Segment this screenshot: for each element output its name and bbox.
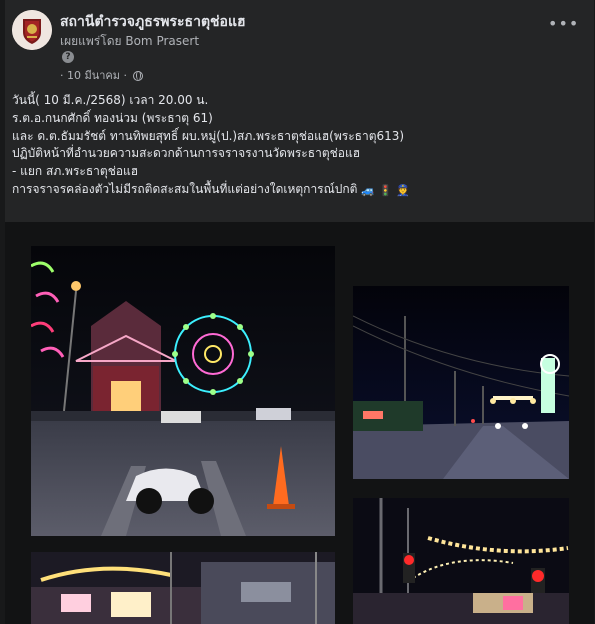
globe-icon (132, 71, 143, 81)
post-text: วันนี้( 10 มี.ค./2568) เวลา 20.00 น. ร.ต… (12, 92, 582, 200)
post-line: - แยก สภ.พระธาตุช่อแฮ (12, 164, 139, 179)
page-name[interactable]: สถานีตำรวจภูธรพระธาตุช่อแฮ (60, 11, 246, 33)
photo-road-night-lights[interactable] (353, 286, 569, 479)
post-line: วันนี้( 10 มี.ค./2568) เวลา 20.00 น. (12, 93, 209, 107)
post-line: ปฏิบัติหน้าที่อำนวยความสะดวกด้านการจราจร… (12, 146, 361, 161)
photo-traffic-lights-festival[interactable] (353, 498, 569, 624)
byline-prefix: เผยแพร่โดย (60, 34, 122, 48)
traffic-light-icon: 🚦 (378, 183, 393, 197)
car-icon: 🚙 (361, 183, 375, 197)
post-line: การจราจรคล่องตัวไม่มีรถติดสะสมในพื้นที่แ… (12, 181, 358, 196)
post-meta: · 10 มีนาคม · (60, 66, 143, 84)
byline: เผยแพร่โดย Bom Prasert (60, 32, 199, 51)
photo-ferris-wheel-scooter[interactable] (31, 246, 335, 536)
post-line-with-emojis: การจราจรคล่องตัวไม่มีรถติดสะสมในพื้นที่แ… (12, 181, 582, 200)
post-date[interactable]: · 10 มีนาคม · (60, 69, 127, 82)
more-options-button[interactable]: ••• (548, 14, 578, 38)
page-avatar[interactable] (12, 10, 52, 50)
author-name[interactable]: Bom Prasert (125, 34, 199, 48)
post-header: สถานีตำรวจภูธรพระธาตุช่อแฮ เผยแพร่โดย Bo… (12, 10, 578, 84)
post-line: และ ด.ต.ธัมมรัชต์ ทานทิพยสุทธิ์ ผบ.หมู่(… (12, 128, 405, 143)
post-line: ร.ต.อ.กนกศักดิ์ ทองน่วม (พระธาตุ 61) (12, 110, 213, 125)
photo-market-stalls-lights[interactable] (31, 552, 335, 624)
police-officer-icon: 👮 (396, 183, 411, 197)
help-icon[interactable]: ? (62, 51, 74, 63)
